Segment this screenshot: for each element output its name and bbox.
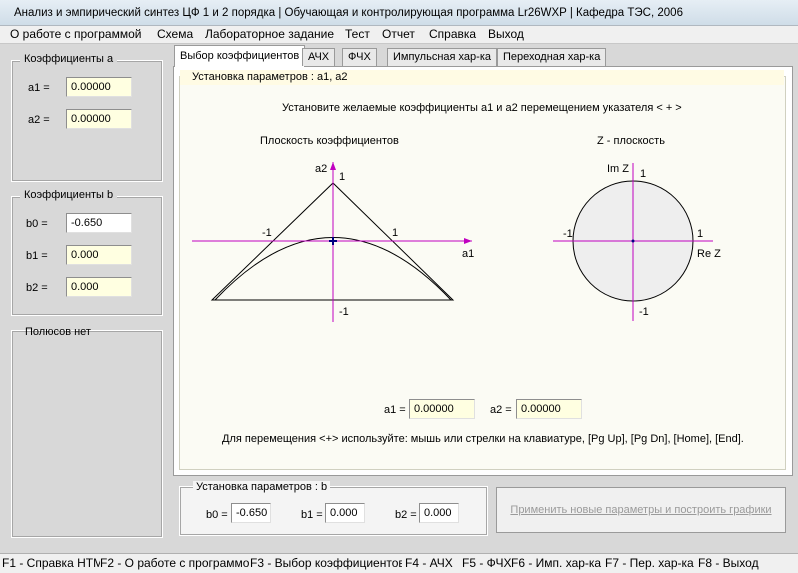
panel-a2-field[interactable]: 0.00000 bbox=[516, 399, 582, 419]
status-f5[interactable]: F5 - ФЧХ bbox=[462, 556, 514, 573]
status-f2[interactable]: F2 - О работе с программой bbox=[100, 556, 250, 573]
coef-left-tick: -1 bbox=[262, 227, 272, 239]
status-f3[interactable]: F3 - Выбор коэффициентов bbox=[250, 556, 402, 573]
re-axis-label: Re Z bbox=[697, 248, 721, 260]
a1-arrow-icon bbox=[464, 238, 472, 244]
status-f6[interactable]: F6 - Имп. хар-ка bbox=[511, 556, 603, 573]
status-f1[interactable]: F1 - Справка HTML bbox=[2, 556, 100, 573]
bp-b0-field[interactable]: -0.650 bbox=[231, 503, 271, 523]
status-f4[interactable]: F4 - АЧХ bbox=[405, 556, 459, 573]
status-f7[interactable]: F7 - Пер. хар-ка bbox=[605, 556, 697, 573]
b-params-title: Установка параметров : b bbox=[193, 481, 331, 493]
bp-b2-label: b2 = bbox=[395, 509, 417, 521]
bp-b1-label: b1 = bbox=[301, 509, 323, 521]
a2-arrow-icon bbox=[330, 162, 336, 170]
a2-axis-label: a2 bbox=[315, 163, 327, 175]
panel-a1-field[interactable]: 0.00000 bbox=[409, 399, 475, 419]
origin-point bbox=[631, 239, 635, 243]
coef-right-tick: 1 bbox=[392, 227, 398, 239]
coef-top-tick: 1 bbox=[339, 171, 345, 183]
bp-b1-field[interactable]: 0.000 bbox=[325, 503, 365, 523]
a1-axis-label: a1 bbox=[462, 248, 474, 260]
z-bottom-tick: -1 bbox=[639, 306, 649, 318]
z-top-tick: 1 bbox=[640, 168, 646, 180]
hint-text: Для перемещения <+> используйте: мышь ил… bbox=[222, 433, 744, 445]
im-axis-label: Im Z bbox=[607, 163, 629, 175]
z-right-tick: 1 bbox=[697, 228, 703, 240]
status-bar: F1 - Справка HTML F2 - О работе с програ… bbox=[0, 553, 798, 573]
coef-bottom-tick: -1 bbox=[339, 306, 349, 318]
apply-button[interactable]: Применить новые параметры и построить гр… bbox=[496, 487, 786, 533]
bp-b2-field[interactable]: 0.000 bbox=[419, 503, 459, 523]
panel-a1-label: a1 = bbox=[384, 404, 406, 416]
z-left-tick: -1 bbox=[563, 228, 573, 240]
panel-a2-label: a2 = bbox=[490, 404, 512, 416]
bp-b0-label: b0 = bbox=[206, 509, 228, 521]
status-f8[interactable]: F8 - Выход bbox=[698, 556, 796, 573]
